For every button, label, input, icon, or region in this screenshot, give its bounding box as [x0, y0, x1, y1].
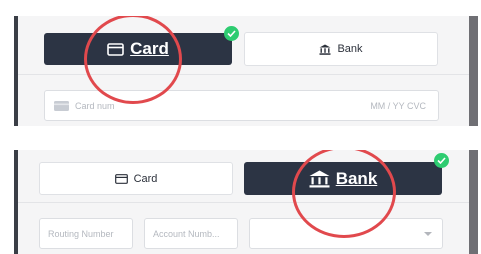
tab-card-label: Card: [130, 39, 169, 58]
payment-panel-bank-selected: Card Bank Routing Number Account Numb...: [14, 150, 478, 254]
card-icon: [114, 173, 128, 184]
tab-bank-label: Bank: [337, 43, 363, 55]
checkmark-icon: [227, 30, 236, 37]
account-number-placeholder: Account Numb...: [153, 228, 220, 239]
payment-panel-card-selected: Card Bank Card num MM / YY CVC: [14, 16, 478, 126]
checkmark-badge: [434, 153, 449, 168]
expiry-cvc-placeholder: MM / YY CVC: [370, 100, 426, 111]
tab-bank[interactable]: Bank: [244, 32, 438, 66]
scrollbar[interactable]: [469, 16, 478, 126]
bank-icon: [309, 170, 330, 187]
payment-form: Card Bank Card num MM / YY CVC: [18, 16, 469, 126]
account-type-select[interactable]: [249, 218, 443, 249]
card-number-placeholder: Card num: [75, 100, 115, 111]
chevron-down-icon: [424, 231, 432, 236]
checkmark-badge: [224, 26, 239, 41]
payment-form: Card Bank Routing Number Account Numb...: [18, 150, 469, 254]
card-number-input[interactable]: Card num MM / YY CVC: [44, 90, 439, 121]
card-brand-icon: [54, 100, 69, 111]
divider: [18, 202, 469, 203]
tab-card-label: Card: [133, 172, 158, 185]
tab-card[interactable]: Card: [39, 162, 233, 195]
bank-icon: [319, 44, 331, 55]
checkmark-icon: [437, 157, 446, 164]
card-icon: [107, 42, 124, 56]
tab-bank[interactable]: Bank: [244, 162, 442, 195]
scrollbar[interactable]: [469, 150, 478, 254]
tab-bank-label: Bank: [335, 168, 378, 188]
routing-number-input[interactable]: Routing Number: [39, 218, 133, 249]
divider: [18, 74, 469, 75]
tab-card[interactable]: Card: [44, 33, 232, 65]
account-number-input[interactable]: Account Numb...: [144, 218, 238, 249]
routing-number-placeholder: Routing Number: [48, 228, 114, 239]
